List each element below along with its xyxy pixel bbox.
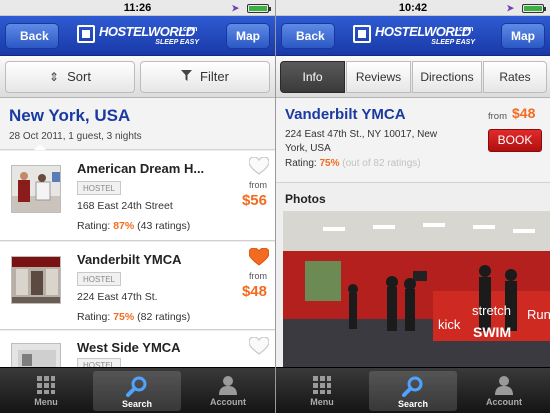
account-person-icon [219, 376, 237, 395]
hostelworld-logo: HOSTELWORLD .com SLEEP EASY [77, 23, 199, 49]
filter-funnel-icon [181, 62, 193, 92]
hostel-price: $48 [512, 105, 536, 121]
listing-price: $48 [241, 283, 267, 300]
detail-tabs: Info Reviews Directions Rates [276, 56, 550, 98]
back-button[interactable]: Back [281, 23, 335, 49]
tab-account[interactable]: Account [460, 371, 548, 411]
account-person-icon [495, 376, 513, 395]
sign-word: stretch [472, 303, 511, 318]
hostel-address: 224 East 47th St., NY 10017, New York, U… [285, 129, 438, 154]
hostel-rating: Rating: 75% (out of 82 ratings) [285, 158, 421, 169]
tab-bar: Menu Search Account [276, 367, 550, 413]
city-name: New York, USA [9, 106, 131, 125]
listing-rating: Rating: 87% (43 ratings) [77, 220, 191, 232]
tab-menu[interactable]: Menu [2, 371, 90, 411]
sort-updown-icon: ⇕ [49, 70, 60, 84]
listing-address: 224 East 47th St. [77, 291, 158, 303]
tab-rates[interactable]: Rates [483, 61, 547, 93]
listing-name: West Side YMCA [77, 340, 181, 355]
sort-button[interactable]: ⇕ Sort [5, 61, 135, 93]
tab-info[interactable]: Info [280, 61, 345, 93]
status-bar: 10:42 ➤ [276, 0, 550, 16]
book-button[interactable]: BOOK [488, 129, 542, 152]
favorite-heart-icon[interactable] [249, 248, 269, 266]
property-type-badge: HOSTEL [77, 181, 122, 195]
from-label: from [249, 180, 267, 190]
search-results-screen: 11:26 ➤ Back HOSTELWORLD .com SLEEP EASY… [0, 0, 275, 413]
status-time: 11:26 [123, 2, 152, 14]
filter-button[interactable]: Filter [140, 61, 270, 93]
tab-search[interactable]: Search [93, 371, 181, 411]
city-header: New York, USA 28 Oct 2011, 1 guest, 3 ni… [0, 98, 275, 150]
list-item[interactable]: Vanderbilt YMCA HOSTEL 224 East 47th St.… [0, 242, 275, 330]
location-arrow-icon: ➤ [231, 3, 239, 13]
status-bar: 11:26 ➤ [0, 0, 275, 16]
tab-account[interactable]: Account [184, 371, 272, 411]
logo-bed-icon [353, 25, 371, 43]
hostel-detail-screen: 10:42 ➤ Back HOSTELWORLD .com SLEEP EASY… [275, 0, 550, 413]
sign-word: SWIM [473, 324, 511, 340]
search-icon [126, 376, 147, 397]
nav-bar: Back HOSTELWORLD .com SLEEP EASY Map [276, 16, 550, 56]
search-icon [402, 376, 423, 397]
hostel-thumbnail [11, 256, 61, 304]
listing-name: American Dream H... [77, 161, 205, 176]
favorite-heart-icon[interactable] [249, 337, 269, 355]
favorite-heart-icon[interactable] [249, 157, 269, 175]
from-label: from [488, 111, 507, 122]
hostel-photo[interactable]: kick stretch SWIM Run [283, 211, 550, 368]
detail-header: Vanderbilt YMCA 224 East 47th St., NY 10… [276, 98, 550, 183]
map-button[interactable]: Map [501, 23, 545, 49]
battery-icon [522, 4, 546, 13]
sign-word: kick [438, 317, 461, 332]
list-item[interactable]: American Dream H... HOSTEL 168 East 24th… [0, 151, 275, 241]
hostelworld-logo: HOSTELWORLD .com SLEEP EASY [353, 23, 475, 49]
search-summary: 28 Oct 2011, 1 guest, 3 nights [9, 131, 142, 142]
photos-heading: Photos [285, 192, 326, 206]
hostel-thumbnail [11, 165, 61, 213]
status-time: 10:42 [398, 2, 428, 14]
tab-menu[interactable]: Menu [278, 371, 366, 411]
tab-reviews[interactable]: Reviews [346, 61, 411, 93]
from-label: from [249, 271, 267, 281]
menu-grid-icon [313, 376, 331, 394]
battery-icon [247, 4, 271, 13]
list-item[interactable]: West Side YMCA HOSTEL [0, 331, 275, 391]
nav-bar: Back HOSTELWORLD .com SLEEP EASY Map [0, 16, 275, 56]
map-button[interactable]: Map [226, 23, 270, 49]
property-type-badge: HOSTEL [77, 272, 122, 286]
tab-search[interactable]: Search [369, 371, 457, 411]
location-arrow-icon: ➤ [506, 3, 514, 13]
back-button[interactable]: Back [5, 23, 59, 49]
sign-word: Run [527, 307, 550, 322]
hostel-name: Vanderbilt YMCA [285, 106, 406, 123]
tab-bar: Menu Search Account [0, 367, 275, 413]
listing-name: Vanderbilt YMCA [77, 252, 182, 267]
menu-grid-icon [37, 376, 55, 394]
sort-filter-toolbar: ⇕ Sort Filter [0, 56, 275, 98]
listing-address: 168 East 24th Street [77, 200, 173, 212]
listing-rating: Rating: 75% (82 ratings) [77, 311, 191, 323]
tab-directions[interactable]: Directions [412, 61, 482, 93]
listing-price: $56 [241, 192, 267, 209]
logo-bed-icon [77, 25, 95, 43]
